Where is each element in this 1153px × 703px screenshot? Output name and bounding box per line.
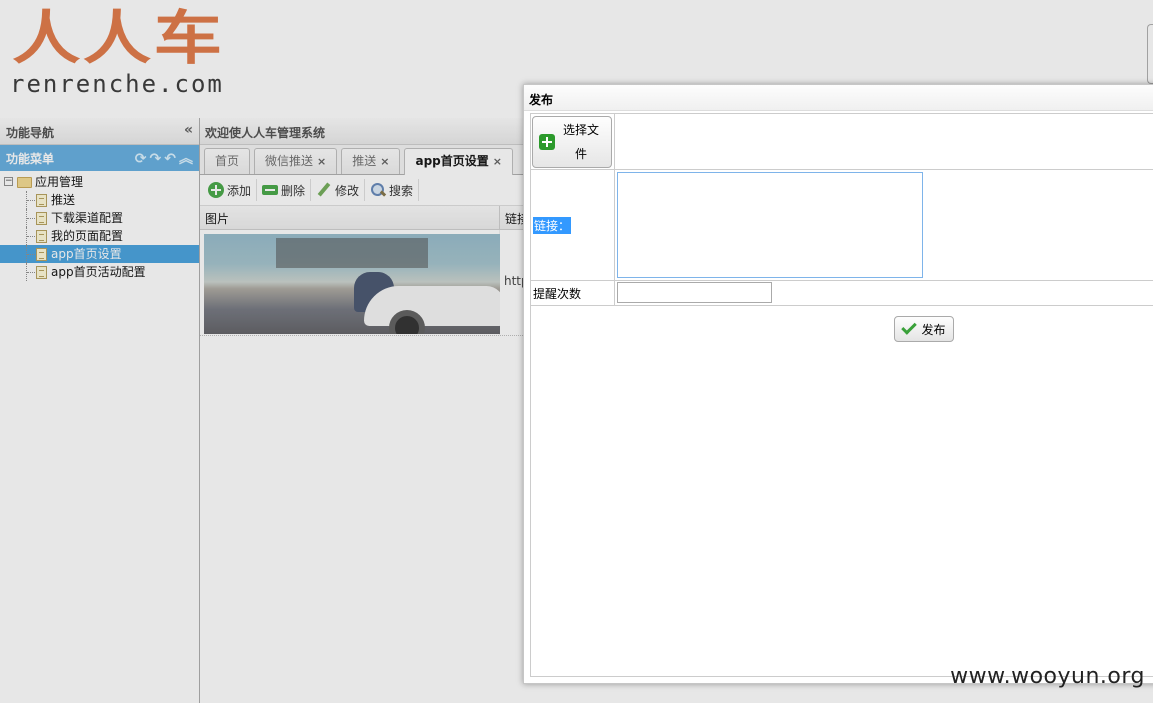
publish-dialog: 发布 选择文件 链接： 提醒次数 发布 [523,84,1153,684]
close-icon[interactable]: × [380,155,389,168]
link-label: 链接： [533,216,572,234]
refresh-icon[interactable]: ⟳ [135,151,147,167]
tree-item-label: app首页活动配置 [51,265,146,279]
document-icon [36,230,47,243]
plus-icon [539,134,555,150]
publish-label: 发布 [921,322,946,337]
count-row: 提醒次数 [531,281,1153,306]
document-icon [36,248,47,261]
pencil-icon [316,182,332,198]
tree-node-label: 应用管理 [35,175,84,189]
document-icon [36,266,47,279]
header-edge-control[interactable] [1147,24,1153,84]
add-label: 添加 [227,183,252,198]
tree-item-push[interactable]: 推送 [0,191,199,209]
choose-file-label: 选择文件 [562,123,599,161]
nav-panel: 功能导航 « 功能菜单 ⟳ ↷ ↶ ︽ − 应用管理 推送 下载渠道配置 我的页面配置… [0,118,200,703]
nav-title: 功能导航 [6,126,55,140]
undo-icon[interactable]: ↶ [164,151,176,167]
document-icon [36,212,47,225]
tree-item-app-home-activity[interactable]: app首页活动配置 [0,263,199,281]
menu-header: 功能菜单 ⟳ ↷ ↶ ︽ [0,145,199,171]
edit-button[interactable]: 修改 [311,179,366,201]
tree-toggle-icon[interactable]: − [4,177,13,186]
document-icon [36,194,47,207]
tab-label: 微信推送 [265,154,314,168]
tab-app-home-settings[interactable]: app首页设置 × [404,148,513,175]
check-icon [901,319,918,335]
menu-title: 功能菜单 [6,151,55,166]
menu-tree: − 应用管理 推送 下载渠道配置 我的页面配置 app首页设置 app首页活动配… [0,171,199,281]
tab-home[interactable]: 首页 [204,148,251,174]
tree-item-label: 我的页面配置 [51,229,124,243]
tree-item-label: app首页设置 [51,247,122,261]
delete-label: 删除 [281,183,306,198]
collapse-left-icon[interactable]: « [184,123,193,138]
tree-item-app-home-settings[interactable]: app首页设置 [0,245,199,263]
dialog-title: 发布 [524,85,1153,111]
tab-push[interactable]: 推送 × [341,148,401,174]
tab-label: 首页 [215,154,240,168]
logo-text-en: renrenche.com [10,70,224,98]
logo-text-cn: 人人车 [12,4,225,72]
tab-label: app首页设置 [415,154,489,168]
tree-node-app-management[interactable]: − 应用管理 [0,173,199,191]
close-icon[interactable]: × [317,155,326,168]
close-icon[interactable]: × [493,155,502,168]
link-row: 链接： [531,170,1153,281]
publish-button[interactable]: 发布 [894,316,954,342]
choose-file-button[interactable]: 选择文件 [532,116,612,168]
search-button[interactable]: 搜索 [365,179,420,201]
edit-label: 修改 [335,183,360,198]
add-button[interactable]: 添加 [203,179,258,201]
search-icon [370,182,386,198]
tree-item-my-page[interactable]: 我的页面配置 [0,227,199,245]
collapse-up-icon[interactable]: ︽ [179,148,193,168]
remove-icon [262,185,279,195]
dialog-form: 选择文件 链接： 提醒次数 发布 [530,113,1153,677]
link-textarea[interactable] [617,172,923,278]
tree-item-label: 推送 [51,193,76,207]
menu-tools: ⟳ ↷ ↶ ︽ [132,148,193,168]
folder-open-icon [17,177,32,188]
image-cell [200,230,500,335]
search-label: 搜索 [389,183,414,198]
banner-thumbnail-image [204,234,500,334]
count-input[interactable] [617,282,772,303]
column-header-image[interactable]: 图片 [200,206,500,229]
tree-item-download-channel[interactable]: 下载渠道配置 [0,209,199,227]
tree-item-label: 下载渠道配置 [51,211,124,225]
file-row: 选择文件 [531,114,1153,170]
tab-label: 推送 [352,154,377,168]
delete-button[interactable]: 删除 [257,179,312,201]
tab-wechat-push[interactable]: 微信推送 × [254,148,338,174]
watermark-text: www.wooyun.org [950,664,1145,689]
count-label: 提醒次数 [531,281,615,305]
nav-header: 功能导航 « [0,118,199,145]
redo-icon[interactable]: ↷ [150,151,162,167]
add-icon [208,182,224,198]
